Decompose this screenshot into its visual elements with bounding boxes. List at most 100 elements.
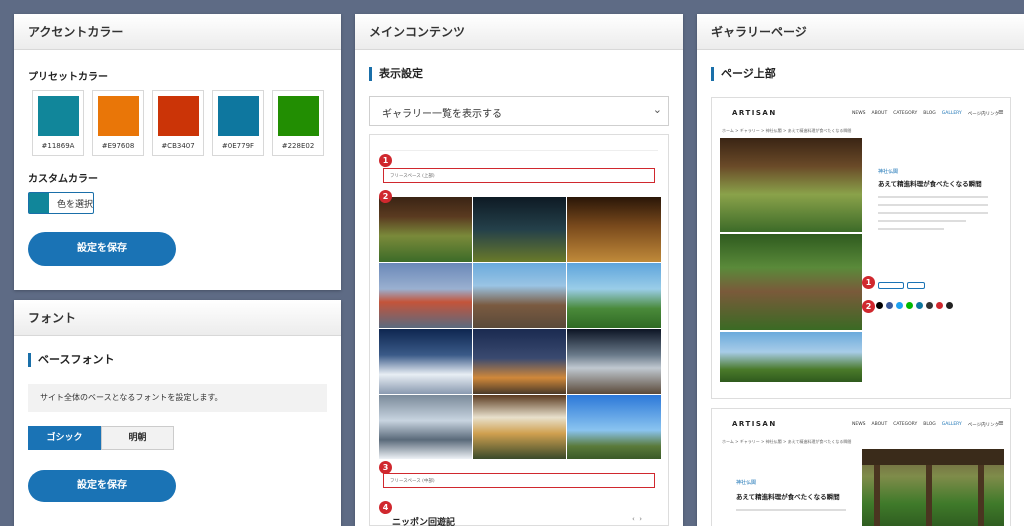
nav-blog[interactable]: BLOG (923, 111, 935, 117)
preset-swatch[interactable]: #0E779F (212, 90, 264, 156)
share-icon[interactable] (946, 302, 953, 309)
nav-news[interactable]: NEWS (852, 111, 866, 117)
display-settings-heading: 表示設定 (369, 67, 423, 81)
current-color-chip (29, 193, 49, 213)
gallery-preview-card-2: ARTISAN NEWS ABOUT CATEGORY BLOG GALLERY… (711, 408, 1011, 526)
badge-4: 4 (379, 501, 392, 514)
nav-category[interactable]: CATEGORY (893, 111, 917, 117)
gallery-preview-card-1: ARTISAN NEWS ABOUT CATEGORY BLOG GALLERY… (711, 97, 1011, 399)
article-body-lines (878, 196, 988, 230)
tag-pill[interactable] (907, 282, 925, 289)
accent-color-title: アクセントカラー (14, 14, 341, 50)
share-icon[interactable] (936, 302, 943, 309)
accent-save-button[interactable]: 設定を保存 (28, 232, 176, 266)
swatch-color (218, 96, 259, 136)
preset-swatch[interactable]: #CB3407 (152, 90, 204, 156)
gallery-photo[interactable] (720, 234, 862, 330)
select-color-text: 色を選択 (57, 200, 94, 210)
badge-1: 1 (379, 154, 392, 167)
bottom-section-title: ニッポン回遊記 (392, 518, 456, 526)
nav-category[interactable]: CATEGORY (893, 422, 917, 428)
preview-photo[interactable] (567, 329, 661, 394)
site-nav-2: NEWS ABOUT CATEGORY BLOG GALLERY ページ内リンク (852, 422, 999, 428)
nav-about[interactable]: ABOUT (872, 422, 888, 428)
swatch-hex: #0E779F (221, 142, 255, 150)
gallery-photo[interactable] (720, 138, 862, 232)
preset-swatch[interactable]: #11869A (32, 90, 84, 156)
gallery-photo-column (720, 138, 862, 388)
preview-frame: フリースペース (上部) フリースペース (中部) ニッポン回遊記 ‹ › 1 … (369, 134, 669, 526)
custom-color-label: カスタムカラー (28, 174, 98, 185)
swatch-hex: #E97608 (101, 142, 135, 150)
gallery-photo[interactable] (720, 332, 862, 382)
swatch-color (278, 96, 319, 136)
preview-photo[interactable] (473, 395, 566, 459)
font-gothic-tab[interactable]: ゴシック (28, 426, 101, 450)
font-title: フォント (14, 300, 341, 336)
nav-news[interactable]: NEWS (852, 422, 866, 428)
nav-blog[interactable]: BLOG (923, 422, 935, 428)
share-icon[interactable] (916, 302, 923, 309)
nav-gallery[interactable]: GALLERY (942, 111, 962, 117)
swatch-color (98, 96, 139, 136)
free-space-top-text: フリースペース (上部) (390, 174, 435, 179)
preview-photo[interactable] (379, 395, 472, 459)
color-picker-button[interactable]: 色を選択 (28, 192, 94, 214)
menu-icon[interactable]: ≡ (998, 419, 1004, 427)
preview-photo[interactable] (473, 263, 566, 328)
page-top-heading: ページ上部 (711, 67, 776, 81)
gallery-page-panel: ギャラリーページ ページ上部 ARTISAN NEWS ABOUT CATEGO… (697, 14, 1024, 526)
main-content-panel: メインコンテンツ 表示設定 ギャラリー一覧を表示する ⌄ フリースペース (上部… (355, 14, 683, 526)
category-label-2: 神社仏閣 (736, 480, 757, 486)
nav-about[interactable]: ABOUT (872, 111, 888, 117)
gallery-badge-2: 2 (862, 300, 875, 313)
share-icon[interactable] (926, 302, 933, 309)
base-font-description: サイト全体のベースとなるフォントを設定します。 (28, 384, 327, 412)
breadcrumb: ホーム > ギャラリー > 神社仏閣 > あえて精進料理が食べたくなる瞬間 (722, 128, 852, 133)
display-select-value: ギャラリー一覧を表示する (382, 109, 502, 120)
article-title: あえて精進料理が食べたくなる瞬間 (878, 180, 982, 188)
article-title-2: あえて精進料理が食べたくなる瞬間 (736, 493, 840, 501)
share-icon[interactable] (886, 302, 893, 309)
font-panel: フォント ベースフォント サイト全体のベースとなるフォントを設定します。 ゴシッ… (14, 300, 341, 526)
share-icon[interactable] (896, 302, 903, 309)
share-icons-row (876, 302, 953, 309)
preview-photo[interactable] (379, 197, 472, 262)
preview-photo[interactable] (473, 197, 566, 262)
preview-photo[interactable] (379, 329, 472, 394)
breadcrumb-2: ホーム > ギャラリー > 神社仏閣 > あえて精進料理が食べたくなる瞬間 (722, 439, 852, 444)
preview-photo[interactable] (379, 263, 472, 328)
swatch-color (38, 96, 79, 136)
display-select[interactable]: ギャラリー一覧を表示する ⌄ (369, 96, 669, 126)
main-content-title: メインコンテンツ (355, 14, 683, 50)
font-mincho-tab[interactable]: 明朝 (101, 426, 174, 450)
preview-photo[interactable] (567, 395, 661, 459)
menu-icon[interactable]: ≡ (998, 108, 1004, 116)
nav-gallery[interactable]: GALLERY (942, 422, 962, 428)
site-logo-2: ARTISAN (732, 420, 777, 428)
swatch-hex: #CB3407 (161, 142, 195, 150)
preview-photo[interactable] (473, 329, 566, 394)
tag-pill[interactable] (878, 282, 904, 289)
swatch-color (158, 96, 199, 136)
swatch-hex: #228E02 (281, 142, 315, 150)
preset-swatch[interactable]: #228E02 (272, 90, 324, 156)
nav-page-link[interactable]: ページ内リンク (968, 111, 999, 117)
font-save-button[interactable]: 設定を保存 (28, 470, 176, 502)
preview-photo[interactable] (567, 263, 661, 328)
carousel-arrows[interactable]: ‹ › (632, 515, 642, 523)
gallery-hero-photo-2 (862, 449, 1004, 526)
preview-topbar (380, 147, 658, 151)
gallery-badge-1: 1 (862, 276, 875, 289)
preview-photo[interactable] (567, 197, 661, 262)
base-font-heading: ベースフォント (28, 353, 114, 367)
article-body-lines-2 (736, 509, 846, 511)
share-icon[interactable] (876, 302, 883, 309)
category-label: 神社仏閣 (878, 169, 899, 175)
base-font-description-text: サイト全体のベースとなるフォントを設定します。 (40, 393, 223, 402)
preset-swatch[interactable]: #E97608 (92, 90, 144, 156)
badge-3: 3 (379, 461, 392, 474)
share-icon[interactable] (906, 302, 913, 309)
nav-page-link[interactable]: ページ内リンク (968, 422, 999, 428)
site-nav: NEWS ABOUT CATEGORY BLOG GALLERY ページ内リンク (852, 111, 999, 117)
